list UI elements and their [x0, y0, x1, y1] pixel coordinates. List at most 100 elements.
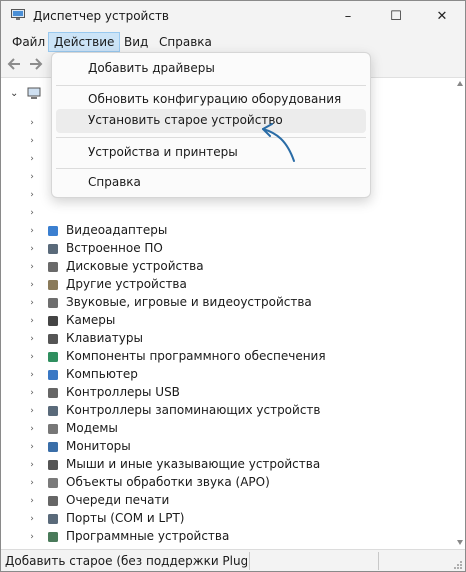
menu-item-label: Устройства и принтеры: [88, 145, 238, 159]
back-arrow-icon[interactable]: [6, 56, 22, 72]
tree-item[interactable]: › Клавиатуры: [1, 330, 465, 348]
device-manager-window: Диспетчер устройств – ☐ ✕ Файл Действие …: [0, 0, 466, 572]
expand-chevron-icon[interactable]: ›: [27, 459, 37, 471]
tree-item[interactable]: › Встроенное ПО: [1, 240, 465, 258]
port-icon: [48, 514, 58, 524]
keyboard-icon: [48, 334, 58, 344]
tree-item[interactable]: › Видеоадаптеры: [1, 222, 465, 240]
menu-devices-and-printers[interactable]: Устройства и принтеры: [56, 141, 366, 165]
vertical-scrollbar[interactable]: [456, 79, 464, 547]
expand-chevron-icon[interactable]: ›: [27, 261, 37, 273]
status-bar: Добавить старое (без поддержки Plug-and-…: [1, 549, 465, 571]
root-collapse-icon[interactable]: ⌄: [10, 88, 18, 99]
tree-item[interactable]: › Порты (COM и LPT): [1, 510, 465, 528]
modem-icon: [48, 424, 58, 434]
expand-chevron-icon[interactable]: ›: [27, 513, 37, 525]
expand-chevron-icon[interactable]: ›: [27, 135, 37, 147]
tree-item[interactable]: › Объекты обработки звука (APO): [1, 474, 465, 492]
expand-chevron-icon[interactable]: ›: [27, 117, 37, 129]
tree-item-label: Мониторы: [66, 439, 131, 453]
firmware-icon: [48, 244, 58, 254]
tree-item-label: Клавиатуры: [66, 331, 143, 345]
expand-chevron-icon[interactable]: ›: [27, 225, 37, 237]
menu-add-drivers[interactable]: Добавить драйверы: [56, 57, 366, 81]
tree-item[interactable]: › Мыши и иные указывающие устройства: [1, 456, 465, 474]
speaker-icon: [48, 298, 58, 308]
tree-item[interactable]: › Контроллеры запоминающих устройств: [1, 402, 465, 420]
computer-root-icon[interactable]: [27, 87, 41, 101]
expand-chevron-icon[interactable]: ›: [27, 171, 37, 183]
expand-chevron-icon[interactable]: ›: [27, 441, 37, 453]
tree-item-label: Очереди печати: [66, 493, 170, 507]
tree-item-label: Контроллеры USB: [66, 385, 180, 399]
expand-chevron-icon[interactable]: ›: [27, 369, 37, 381]
menu-item-label: Обновить конфигурацию оборудования: [88, 92, 342, 106]
forward-arrow-icon[interactable]: [28, 56, 44, 72]
expand-chevron-icon[interactable]: ›: [27, 297, 37, 309]
window-title: Диспетчер устройств: [33, 9, 170, 23]
tree-item-label: Порты (COM и LPT): [66, 511, 185, 525]
close-button[interactable]: ✕: [419, 1, 465, 31]
expand-chevron-icon[interactable]: ›: [27, 477, 37, 489]
monitor-icon: [48, 442, 58, 452]
mouse-icon: [48, 460, 58, 470]
tree-item-label: Мыши и иные указывающие устройства: [66, 457, 321, 471]
tree-item-label: Программные устройства: [66, 529, 230, 543]
title-bar: Диспетчер устройств – ☐ ✕: [1, 1, 465, 31]
expand-chevron-icon[interactable]: ›: [27, 495, 37, 507]
expand-chevron-icon[interactable]: ›: [27, 153, 37, 165]
tree-item[interactable]: › Модемы: [1, 420, 465, 438]
menu-file[interactable]: Файл: [7, 33, 50, 51]
status-divider: [378, 552, 379, 570]
expand-chevron-icon[interactable]: ›: [27, 189, 37, 201]
resize-grip-icon[interactable]: [453, 560, 463, 570]
tree-item[interactable]: › Очереди печати: [1, 492, 465, 510]
expand-chevron-icon[interactable]: ›: [27, 531, 37, 543]
tree-item-label: Компьютер: [66, 367, 138, 381]
expand-chevron-icon[interactable]: ›: [27, 423, 37, 435]
storage-controller-icon: [48, 406, 58, 416]
audio-processing-icon: [48, 478, 58, 488]
maximize-icon: ☐: [390, 8, 402, 24]
tree-item[interactable]: › Программные устройства: [1, 528, 465, 546]
menu-help[interactable]: Справка: [154, 33, 217, 51]
menu-separator: [56, 137, 366, 138]
tree-item[interactable]: › Компоненты программного обеспечения: [1, 348, 465, 366]
expand-chevron-icon[interactable]: ›: [27, 387, 37, 399]
menu-separator: [56, 168, 366, 169]
status-text: Добавить старое (без поддержки Plug-and-…: [5, 554, 247, 568]
tree-item[interactable]: › Другие устройства: [1, 276, 465, 294]
minimize-button[interactable]: –: [325, 1, 371, 31]
expand-chevron-icon[interactable]: ›: [27, 243, 37, 255]
tree-item-label: Звуковые, игровые и видеоустройства: [66, 295, 312, 309]
disk-drive-icon: [48, 262, 58, 272]
tree-item[interactable]: › Дисковые устройства: [1, 258, 465, 276]
action-dropdown-menu: Добавить драйверы Обновить конфигурацию …: [51, 52, 371, 198]
menu-add-legacy-hardware[interactable]: Установить старое устройство: [56, 109, 366, 133]
menu-view[interactable]: Вид: [119, 33, 153, 51]
printer-icon: [48, 496, 58, 506]
tree-item[interactable]: › Контроллеры USB: [1, 384, 465, 402]
expand-chevron-icon[interactable]: ›: [27, 279, 37, 291]
menu-action[interactable]: Действие: [48, 32, 121, 52]
menu-help-item[interactable]: Справка: [56, 171, 366, 195]
expand-chevron-icon[interactable]: ›: [27, 333, 37, 345]
software-device-icon: [48, 532, 58, 542]
tree-item-label: Модемы: [66, 421, 118, 435]
tree-item[interactable]: › Мониторы: [1, 438, 465, 456]
tree-item[interactable]: › Камеры: [1, 312, 465, 330]
tree-item[interactable]: › Компьютер: [1, 366, 465, 384]
maximize-button[interactable]: ☐: [373, 1, 419, 31]
tree-item-label: Камеры: [66, 313, 116, 327]
status-divider: [249, 552, 250, 570]
tree-item[interactable]: › Звуковые, игровые и видеоустройства: [1, 294, 465, 312]
tree-item-label: Контроллеры запоминающих устройств: [66, 403, 321, 417]
expand-chevron-icon[interactable]: ›: [27, 315, 37, 327]
expand-chevron-icon[interactable]: ›: [27, 405, 37, 417]
usb-icon: [48, 388, 58, 398]
computer-icon: [48, 370, 58, 380]
tree-item-label: Дисковые устройства: [66, 259, 204, 273]
expand-chevron-icon[interactable]: ›: [27, 207, 37, 219]
expand-chevron-icon[interactable]: ›: [27, 351, 37, 363]
camera-icon: [48, 316, 58, 326]
